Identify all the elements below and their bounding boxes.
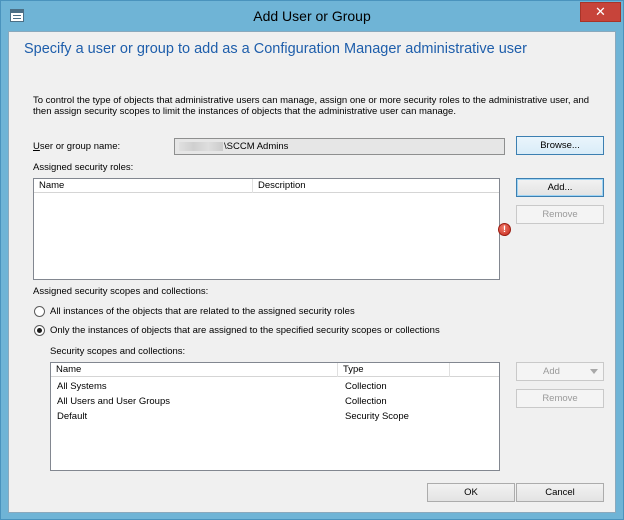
- roles-list[interactable]: Name Description: [33, 178, 500, 280]
- title-bar[interactable]: Add User or Group ✕: [1, 1, 623, 31]
- cancel-button[interactable]: Cancel: [516, 483, 604, 502]
- description-text: To control the type of objects that admi…: [33, 95, 590, 117]
- user-group-field[interactable]: \SCCM Admins: [174, 138, 505, 155]
- scopes-list[interactable]: Name Type All Systems Collection All Use…: [50, 362, 500, 471]
- scope-type: Collection: [345, 396, 387, 407]
- radio-only-instances-label[interactable]: Only the instances of objects that are a…: [50, 325, 440, 336]
- chevron-down-icon: [590, 369, 598, 374]
- roles-col-description[interactable]: Description: [253, 179, 500, 193]
- close-icon: ✕: [595, 4, 606, 19]
- user-group-value: \SCCM Admins: [224, 141, 289, 152]
- redacted-domain: [179, 141, 223, 151]
- scope-type: Security Scope: [345, 411, 409, 422]
- scopes-list-label: Security scopes and collections:: [50, 346, 186, 357]
- window-title: Add User or Group: [253, 8, 371, 24]
- user-group-label-rest: ser or group name:: [39, 141, 121, 152]
- dialog-window: Add User or Group ✕ Specify a user or gr…: [0, 0, 624, 520]
- add-role-button[interactable]: Add...: [516, 178, 604, 197]
- ok-button[interactable]: OK: [427, 483, 515, 502]
- scopes-col-name[interactable]: Name: [51, 363, 338, 377]
- roles-col-name[interactable]: Name: [34, 179, 253, 193]
- dialog-body: Specify a user or group to add as a Conf…: [8, 31, 616, 513]
- error-icon: !: [498, 223, 511, 236]
- table-row[interactable]: All Systems Collection: [51, 379, 499, 394]
- scope-name: Default: [57, 411, 88, 422]
- scope-type: Collection: [345, 381, 387, 392]
- browse-button[interactable]: Browse...: [516, 136, 604, 155]
- scope-name: All Users and User Groups: [57, 396, 170, 407]
- radio-only-instances[interactable]: [34, 325, 45, 336]
- roles-label: Assigned security roles:: [33, 162, 134, 173]
- scopes-list-header: Name Type: [51, 363, 499, 377]
- remove-role-button[interactable]: Remove: [516, 205, 604, 224]
- roles-list-header: Name Description: [34, 179, 499, 193]
- scopes-col-type[interactable]: Type: [338, 363, 450, 377]
- radio-all-instances[interactable]: [34, 306, 45, 317]
- close-button[interactable]: ✕: [580, 2, 621, 22]
- add-scope-label: Add: [543, 366, 560, 377]
- remove-scope-button[interactable]: Remove: [516, 389, 604, 408]
- page-heading: Specify a user or group to add as a Conf…: [24, 41, 527, 57]
- table-row[interactable]: Default Security Scope: [51, 409, 499, 424]
- user-group-label: User or group name:: [33, 141, 121, 152]
- scope-name: All Systems: [57, 381, 107, 392]
- add-scope-button[interactable]: Add: [516, 362, 604, 381]
- radio-all-instances-label[interactable]: All instances of the objects that are re…: [50, 306, 355, 317]
- table-row[interactable]: All Users and User Groups Collection: [51, 394, 499, 409]
- scopes-label: Assigned security scopes and collections…: [33, 286, 209, 297]
